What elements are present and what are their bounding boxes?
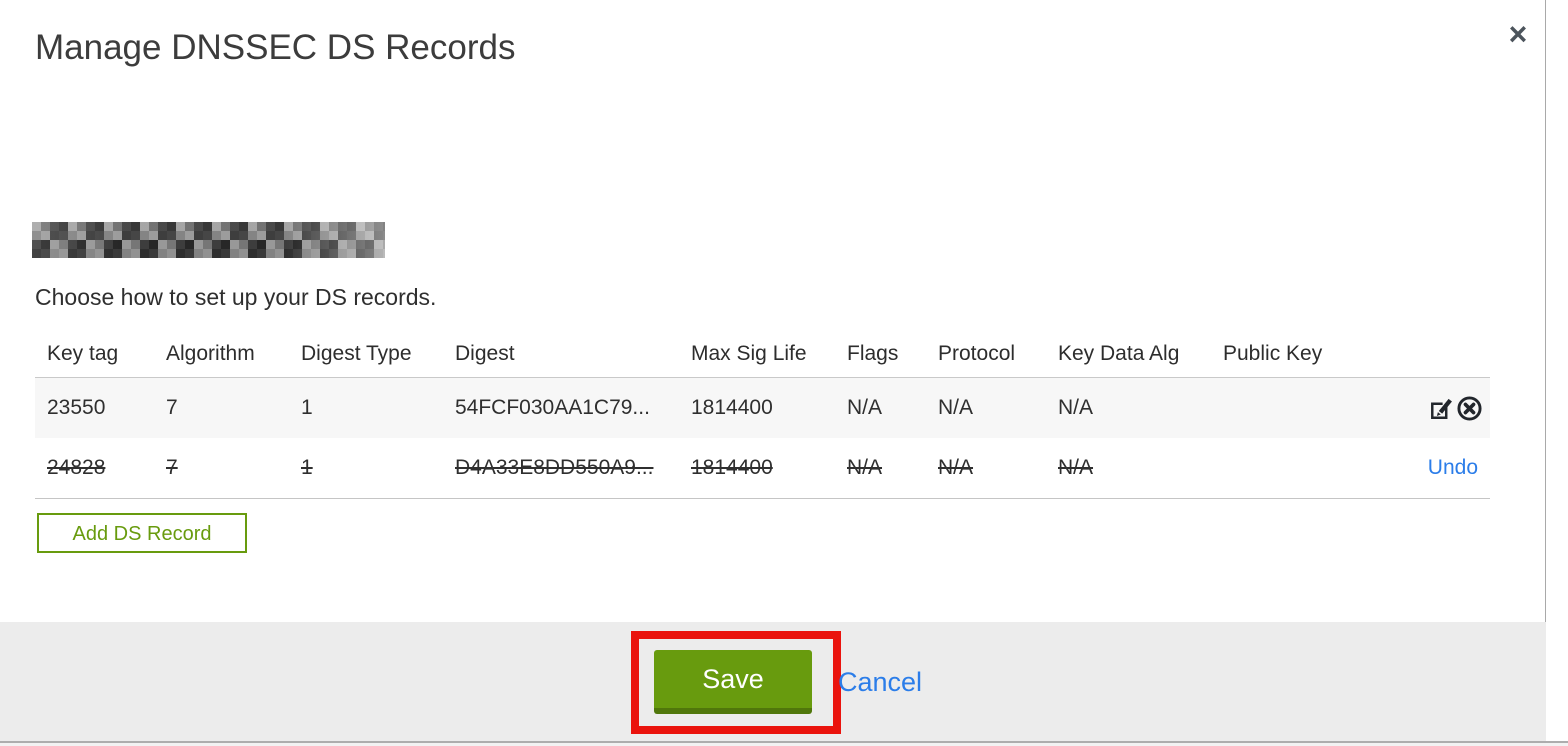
ds-records-table: Key tag Algorithm Digest Type Digest Max… xyxy=(35,330,1490,499)
column-header-digest-type: Digest Type xyxy=(301,341,412,365)
table-row: 24828 7 1 D4A33E8DD550A9... 1814400 N/A … xyxy=(35,438,1490,499)
table-row: 23550 7 1 54FCF030AA1C79... 1814400 N/A … xyxy=(35,377,1490,438)
cell-protocol: N/A xyxy=(938,456,974,479)
column-header-key-data-alg: Key Data Alg xyxy=(1058,341,1180,365)
cell-algorithm: 7 xyxy=(166,456,178,479)
cancel-link[interactable]: Cancel xyxy=(838,667,922,698)
column-header-key-tag: Key tag xyxy=(47,341,119,365)
delete-icon[interactable] xyxy=(1456,395,1483,422)
cell-flags: N/A xyxy=(847,396,883,419)
cell-max-sig-life: 1814400 xyxy=(691,456,773,479)
column-header-protocol: Protocol xyxy=(938,341,1016,365)
table-header-row: Key tag Algorithm Digest Type Digest Max… xyxy=(35,330,1490,377)
manage-dnssec-modal: Manage DNSSEC DS Records × Choose how to… xyxy=(0,0,1546,741)
add-ds-record-button[interactable]: Add DS Record xyxy=(37,513,247,553)
close-icon[interactable]: × xyxy=(1500,16,1536,52)
cell-flags: N/A xyxy=(847,456,883,479)
row-actions: Undo xyxy=(1376,456,1490,480)
undo-link[interactable]: Undo xyxy=(1428,456,1478,479)
column-header-digest: Digest xyxy=(455,341,515,365)
row-actions xyxy=(1376,395,1490,422)
cell-digest: 54FCF030AA1C79... xyxy=(455,396,650,419)
column-header-public-key: Public Key xyxy=(1223,341,1323,365)
cell-digest-type: 1 xyxy=(301,456,313,479)
edit-icon[interactable] xyxy=(1428,395,1455,422)
cell-max-sig-life: 1814400 xyxy=(691,396,773,419)
column-header-flags: Flags xyxy=(847,341,899,365)
cell-algorithm: 7 xyxy=(166,396,178,419)
column-header-max-sig-life: Max Sig Life xyxy=(691,341,807,365)
cell-digest-type: 1 xyxy=(301,396,313,419)
save-button[interactable]: Save xyxy=(654,650,812,714)
screenshot-canvas: Manage DNSSEC DS Records × Choose how to… xyxy=(0,0,1568,746)
column-header-algorithm: Algorithm xyxy=(166,341,255,365)
cell-protocol: N/A xyxy=(938,396,974,419)
cell-key-tag: 23550 xyxy=(47,396,106,419)
domain-name-redacted xyxy=(32,222,385,258)
cell-key-data-alg: N/A xyxy=(1058,456,1094,479)
cell-digest: D4A33E8DD550A9... xyxy=(455,456,654,479)
cell-key-tag: 24828 xyxy=(47,456,106,479)
page-title: Manage DNSSEC DS Records xyxy=(35,28,516,67)
instruction-text: Choose how to set up your DS records. xyxy=(35,284,437,310)
cell-key-data-alg: N/A xyxy=(1058,396,1094,419)
